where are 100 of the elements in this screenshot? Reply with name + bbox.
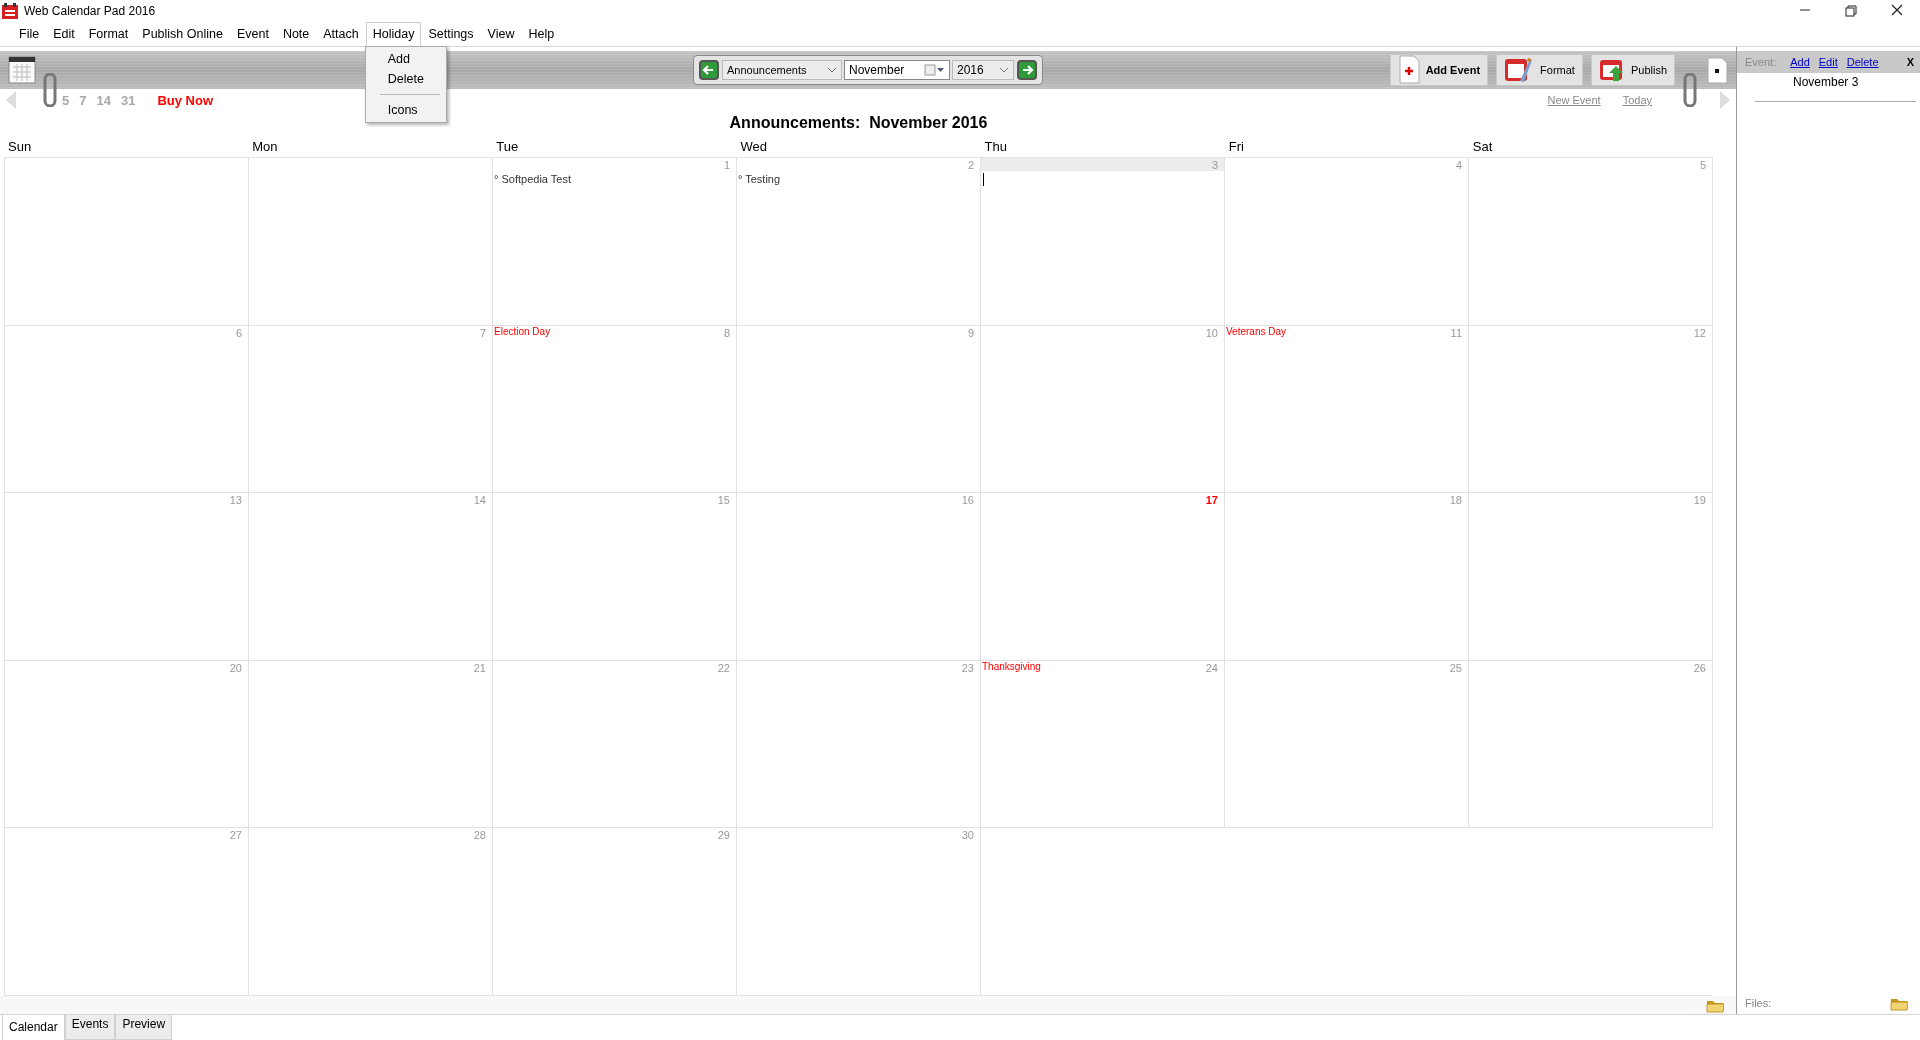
menu-option[interactable]: Add bbox=[365, 49, 446, 69]
toolbar-button[interactable]: Format bbox=[1496, 54, 1583, 86]
weekday-header: Mon bbox=[251, 138, 278, 154]
menu-item[interactable]: View bbox=[480, 22, 522, 46]
day-cell[interactable]: 18 bbox=[1225, 493, 1469, 661]
previous-arrow-icon[interactable] bbox=[698, 59, 720, 81]
event-entry[interactable]: ° Softpedia Test bbox=[493, 171, 571, 185]
menu-item[interactable]: File bbox=[12, 22, 47, 46]
day-cell[interactable]: 9 bbox=[737, 325, 981, 494]
day-cell[interactable]: 20 bbox=[5, 660, 249, 829]
weekday-header: Sun bbox=[7, 138, 32, 154]
menu-item[interactable]: Edit bbox=[46, 22, 82, 46]
day-cell[interactable]: 13 bbox=[5, 493, 249, 661]
day-number: 30 bbox=[961, 828, 974, 842]
day-number: 14 bbox=[473, 493, 486, 507]
day-range-link[interactable]: 31 bbox=[120, 92, 136, 108]
nav-link[interactable]: New Event bbox=[1547, 94, 1601, 106]
day-number: 10 bbox=[1205, 325, 1218, 339]
weekday-header: Thu bbox=[983, 138, 1007, 154]
day-range-link[interactable]: 14 bbox=[96, 92, 111, 108]
menu-item[interactable]: Attach bbox=[316, 22, 366, 46]
holiday-label: Election Day bbox=[494, 325, 551, 337]
menu-option[interactable]: Delete bbox=[365, 69, 446, 89]
day-cell[interactable]: 26 bbox=[1469, 660, 1713, 829]
event-action-link[interactable]: Delete bbox=[1846, 56, 1879, 68]
menu-item[interactable]: Format bbox=[81, 22, 136, 46]
day-cell[interactable]: Veterans Day 11 bbox=[1225, 325, 1469, 494]
ring-icon bbox=[1682, 73, 1698, 107]
calendar-dropdown[interactable]: Announcements bbox=[722, 60, 842, 80]
calendar-icon[interactable] bbox=[8, 55, 36, 85]
day-cell[interactable]: 19 bbox=[1469, 493, 1713, 661]
day-cell[interactable]: 23 bbox=[737, 660, 981, 829]
day-cell[interactable]: 15 bbox=[493, 493, 737, 661]
weekday-header: Tue bbox=[495, 138, 519, 154]
day-cell[interactable]: 4 bbox=[1225, 158, 1469, 326]
day-cell[interactable]: 7 bbox=[249, 325, 493, 494]
day-number: 28 bbox=[473, 828, 486, 842]
close-icon[interactable] bbox=[1890, 4, 1904, 16]
day-cell[interactable]: 3 bbox=[981, 158, 1225, 326]
files-label: Files: bbox=[1745, 997, 1772, 1009]
day-cell[interactable]: 1 ° Softpedia Test bbox=[493, 158, 737, 326]
day-cell[interactable]: 2 ° Testing bbox=[737, 158, 981, 326]
window-title: Web Calendar Pad 2016 bbox=[24, 4, 157, 18]
event-action-link[interactable]: Add bbox=[1790, 56, 1810, 68]
day-cell[interactable]: 16 bbox=[737, 493, 981, 661]
day-number: 2 bbox=[967, 158, 974, 171]
day-number: 25 bbox=[1449, 660, 1462, 674]
day-number: 12 bbox=[1693, 325, 1706, 339]
day-range-link[interactable]: 5 bbox=[62, 92, 70, 108]
app-icon bbox=[2, 3, 18, 19]
toolbar-button[interactable]: Publish bbox=[1590, 54, 1675, 86]
calendar-title: Announcements: November 2016 bbox=[728, 113, 989, 133]
chevron-icon bbox=[999, 67, 1009, 73]
tab[interactable]: Events bbox=[64, 1015, 116, 1040]
menu-item[interactable]: Holiday bbox=[365, 22, 422, 46]
day-cell[interactable]: 25 bbox=[1225, 660, 1469, 829]
day-number: 17 bbox=[1205, 493, 1218, 507]
year-dropdown[interactable]: 2016 bbox=[952, 60, 1014, 80]
text-cursor bbox=[983, 173, 984, 186]
menu-item[interactable]: Event bbox=[229, 22, 276, 46]
month-field[interactable]: November bbox=[844, 60, 950, 80]
day-cell[interactable]: 12 bbox=[1469, 325, 1713, 494]
event-action-link[interactable]: Edit bbox=[1818, 56, 1838, 68]
day-number: 11 bbox=[1450, 325, 1462, 339]
day-cell[interactable]: 10 bbox=[981, 325, 1225, 494]
tab[interactable]: Calendar bbox=[2, 1015, 65, 1040]
tab[interactable]: Preview bbox=[115, 1015, 173, 1040]
close-button[interactable]: X bbox=[1906, 56, 1914, 68]
day-cell[interactable]: Thanksgiving 24 bbox=[981, 660, 1225, 829]
event-entry[interactable]: ° Testing bbox=[737, 171, 781, 185]
day-number: 26 bbox=[1693, 660, 1706, 674]
weekday-header: Fri bbox=[1227, 138, 1244, 154]
ring-icon bbox=[42, 73, 58, 107]
day-number: 1 bbox=[723, 158, 730, 171]
day-range-link[interactable]: 7 bbox=[79, 92, 87, 108]
menu-item[interactable]: Publish Online bbox=[135, 22, 230, 46]
day-cell[interactable]: 22 bbox=[493, 660, 737, 829]
day-number: 29 bbox=[717, 828, 730, 842]
date-picker-icon[interactable] bbox=[924, 63, 945, 77]
menu-item[interactable]: Settings bbox=[421, 22, 481, 46]
menu-item[interactable]: Note bbox=[275, 22, 317, 46]
day-number: 9 bbox=[967, 325, 974, 339]
day-number: 27 bbox=[229, 828, 242, 842]
document-icon[interactable] bbox=[1707, 56, 1728, 84]
day-number: 13 bbox=[229, 493, 242, 507]
day-cell[interactable]: 6 bbox=[5, 325, 249, 494]
next-arrow-icon[interactable] bbox=[1016, 59, 1038, 81]
day-number: 24 bbox=[1205, 660, 1218, 674]
day-cell[interactable]: Election Day 8 bbox=[493, 325, 737, 494]
buy-now-link[interactable]: Buy Now bbox=[157, 92, 214, 108]
day-cell[interactable]: 17 bbox=[981, 493, 1225, 661]
day-cell[interactable]: 21 bbox=[249, 660, 493, 829]
day-cell[interactable]: 5 bbox=[1469, 158, 1713, 326]
toolbar-button[interactable]: Add Event bbox=[1389, 54, 1489, 86]
maximize-icon[interactable] bbox=[1844, 4, 1858, 18]
day-cell[interactable]: 14 bbox=[249, 493, 493, 661]
menu-option[interactable]: Icons bbox=[365, 100, 446, 120]
day-number: 8 bbox=[723, 325, 730, 339]
menu-item[interactable]: Help bbox=[521, 22, 562, 46]
nav-link[interactable]: Today bbox=[1622, 94, 1652, 106]
